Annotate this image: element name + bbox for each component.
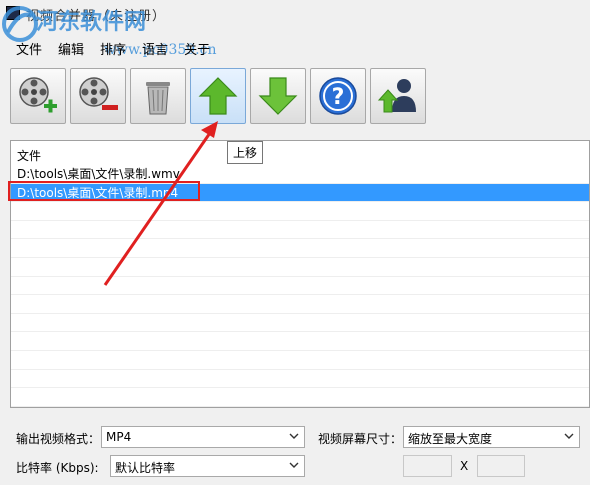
- export-button[interactable]: [370, 68, 426, 124]
- screen-size-label: 视频屏幕尺寸：: [318, 432, 403, 446]
- empty-row: [11, 239, 589, 258]
- format-select[interactable]: MP4: [101, 426, 305, 448]
- trash-can-icon: [146, 82, 170, 115]
- format-label: 输出视频格式：: [16, 432, 101, 446]
- empty-row: [11, 388, 589, 407]
- format-value: MP4: [106, 430, 132, 444]
- screen-size-select[interactable]: 缩放至最大宽度: [403, 426, 580, 448]
- empty-row: [11, 258, 589, 277]
- width-input[interactable]: [403, 455, 452, 477]
- settings-panel: 输出视频格式： MP4 视频屏幕尺寸： 缩放至最大宽度 比特率 (Kbps): …: [0, 418, 590, 485]
- empty-row: [11, 314, 589, 333]
- bitrate-value: 默认比特率: [115, 461, 176, 475]
- menu-about[interactable]: 关于: [176, 36, 218, 58]
- clear-list-button[interactable]: [130, 68, 186, 124]
- help-button[interactable]: ?: [310, 68, 366, 124]
- empty-row: [11, 202, 589, 221]
- list-header: 文件: [17, 149, 42, 163]
- add-video-button[interactable]: [10, 68, 66, 124]
- dimension-separator: X: [460, 459, 469, 473]
- remove-video-button[interactable]: [70, 68, 126, 124]
- film-reel-add-icon: [19, 77, 57, 113]
- bitrate-select[interactable]: 默认比特率: [110, 455, 305, 477]
- move-down-button[interactable]: [250, 68, 306, 124]
- menu-bar: 文件 编辑 排序 语言 关于: [0, 36, 590, 58]
- arrow-up-icon: [198, 77, 238, 115]
- user-upload-icon: [377, 79, 416, 113]
- move-up-button[interactable]: [190, 68, 246, 124]
- menu-edit[interactable]: 编辑: [50, 36, 92, 58]
- empty-row: [11, 370, 589, 389]
- empty-row: [11, 221, 589, 240]
- empty-row: [11, 277, 589, 296]
- bitrate-label: 比特率 (Kbps):: [16, 461, 99, 475]
- menu-language[interactable]: 语言: [134, 36, 176, 58]
- empty-row: [11, 332, 589, 351]
- chevron-down-icon: [289, 433, 299, 439]
- film-reel-remove-icon: [79, 77, 118, 110]
- empty-row: [11, 295, 589, 314]
- menu-file[interactable]: 文件: [8, 36, 50, 58]
- move-up-tooltip: 上移: [227, 141, 264, 164]
- help-icon: ?: [319, 77, 357, 115]
- empty-row: [11, 351, 589, 370]
- arrow-down-icon: [258, 77, 298, 115]
- menu-sort[interactable]: 排序: [92, 36, 134, 58]
- svg-text:?: ?: [332, 85, 345, 110]
- height-input[interactable]: [477, 455, 525, 477]
- screen-size-value: 缩放至最大宽度: [408, 432, 493, 446]
- chevron-down-icon: [564, 433, 574, 439]
- chevron-down-icon: [289, 462, 299, 468]
- watermark-text: 河东软件网: [36, 9, 147, 35]
- toolbar: ?: [10, 68, 426, 126]
- highlight-box: [8, 181, 200, 201]
